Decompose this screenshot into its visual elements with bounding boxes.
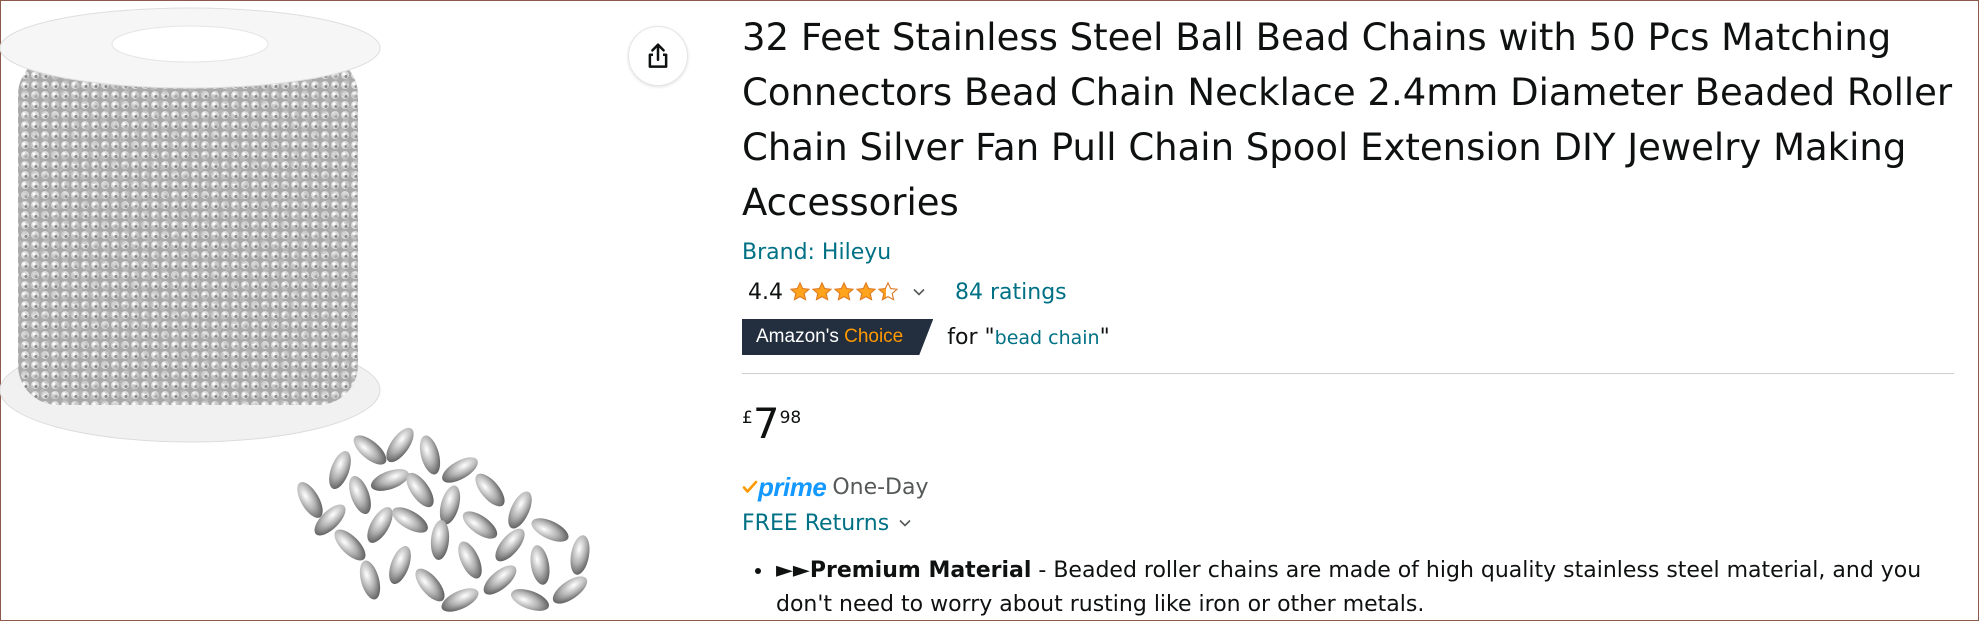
amazons-choice-row: Amazon's Choice for "bead chain": [742, 319, 1954, 355]
chevron-down-icon: [899, 519, 911, 527]
prime-delivery-speed: One-Day: [832, 474, 929, 500]
feature-bullet: ►►Premium Material - Beaded roller chain…: [774, 554, 1954, 622]
star-icon: [789, 281, 811, 301]
star-icon: [811, 281, 833, 301]
check-icon: [742, 480, 758, 493]
product-image[interactable]: [0, 0, 620, 621]
star-icon: [833, 281, 855, 301]
rating-details-toggle[interactable]: [913, 288, 925, 296]
bullet-prefix: ►►: [776, 558, 810, 583]
free-returns-toggle[interactable]: FREE Returns: [742, 508, 1954, 538]
choice-for-suffix: ": [1099, 324, 1110, 350]
ratings-count-link[interactable]: 84 ratings: [955, 280, 1067, 305]
amazons-choice-badge[interactable]: Amazon's Choice: [742, 319, 933, 355]
product-info: 32 Feet Stainless Steel Ball Bead Chains…: [742, 10, 1954, 622]
star-icon: [855, 281, 877, 301]
brand-link[interactable]: Brand: Hileyu: [742, 240, 1954, 265]
badge-text-part1: Amazon's: [756, 326, 839, 347]
prime-delivery-row: prime One-Day: [742, 472, 1954, 502]
price-currency: £: [742, 408, 753, 428]
prime-logo[interactable]: prime: [742, 471, 827, 503]
price-fraction: 98: [779, 408, 802, 428]
choice-keyword-text: for "bead chain": [947, 325, 1109, 350]
rating-value: 4.4: [748, 279, 783, 305]
price-whole: 7: [752, 399, 780, 448]
choice-for-prefix: for ": [947, 324, 995, 350]
price: £ 7 98: [742, 399, 1954, 450]
star-icon: [877, 281, 899, 301]
rating-row: 4.4 84 ratings: [742, 277, 1954, 307]
prime-label: prime: [758, 471, 827, 502]
choice-keyword-link[interactable]: bead chain: [995, 327, 1100, 349]
share-icon: [648, 43, 668, 68]
feature-bullets: ►►Premium Material - Beaded roller chain…: [742, 554, 1954, 622]
free-returns-label: FREE Returns: [742, 510, 890, 536]
star-rating[interactable]: [789, 281, 899, 303]
divider: [742, 373, 1954, 374]
share-button[interactable]: [628, 26, 688, 86]
chevron-down-icon: [913, 288, 925, 296]
bullet-heading: Premium Material: [809, 558, 1032, 583]
product-title: 32 Feet Stainless Steel Ball Bead Chains…: [742, 16, 1953, 224]
badge-text-part2: Choice: [844, 326, 904, 347]
